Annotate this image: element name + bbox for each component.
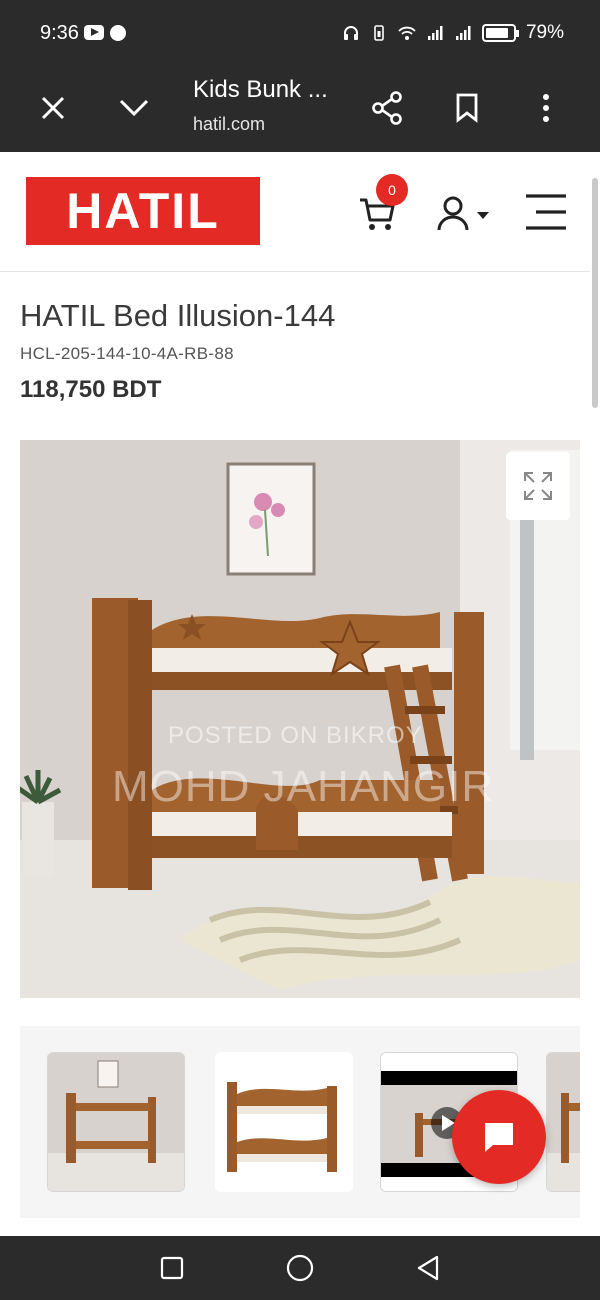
hatil-logo[interactable]: HATIL — [26, 177, 260, 245]
signal-icon — [427, 26, 443, 40]
watermark-line-2: MOHD JAHANGIR — [112, 762, 495, 811]
battery-percent: 79% — [525, 22, 564, 43]
youtube-icon — [84, 25, 104, 40]
close-tab-button[interactable] — [29, 84, 77, 132]
expand-icon — [524, 472, 552, 500]
battery-saver-icon — [374, 25, 384, 41]
recents-button[interactable] — [154, 1250, 190, 1286]
browser-toolbar: Kids Bunk ... hatil.com — [0, 66, 600, 152]
expand-image-button[interactable] — [506, 452, 570, 520]
home-button[interactable] — [282, 1250, 318, 1286]
thumbnail-bunk-bed-image — [215, 1052, 353, 1192]
close-icon — [41, 96, 65, 120]
chat-bubble-icon — [485, 1123, 513, 1152]
page-url[interactable]: hatil.com — [193, 114, 265, 135]
site-header: HATIL 0 — [0, 152, 590, 272]
bookmark-button[interactable] — [443, 84, 491, 132]
status-time: 9:36 — [40, 22, 79, 44]
bunk-bed-room-illustration — [20, 440, 580, 998]
thumbnail-room-image-partial — [547, 1053, 580, 1191]
user-icon — [437, 196, 489, 231]
page-title: Kids Bunk ... — [193, 76, 328, 103]
bookmark-icon — [456, 93, 478, 123]
more-vert-icon — [543, 94, 549, 122]
back-button[interactable] — [410, 1250, 446, 1286]
page-scrollbar[interactable] — [592, 178, 598, 408]
share-icon — [372, 91, 402, 125]
product-title: HATIL Bed Illusion-144 — [20, 298, 336, 333]
account-menu-button[interactable] — [436, 196, 492, 236]
thumbnail-room-image — [48, 1053, 184, 1191]
menu-icon — [526, 194, 566, 230]
status-bar: 9:36 79% — [0, 0, 600, 66]
wifi-icon — [398, 26, 416, 40]
chevron-down-icon — [119, 99, 149, 117]
thumbnail-1[interactable] — [47, 1052, 185, 1192]
product-sku: HCL-205-144-10-4A-RB-88 — [20, 344, 234, 363]
home-icon — [286, 1254, 314, 1282]
main-menu-button[interactable] — [522, 192, 570, 232]
share-button[interactable] — [363, 84, 411, 132]
thumbnail-2[interactable] — [215, 1052, 353, 1192]
messenger-icon — [110, 25, 126, 41]
system-nav-bar — [0, 1236, 600, 1300]
cart-count-badge: 0 — [376, 174, 408, 206]
battery-icon — [481, 24, 519, 42]
product-price: 118,750 BDT — [20, 376, 162, 403]
more-options-button[interactable] — [522, 84, 570, 132]
recents-icon — [160, 1256, 184, 1280]
chat-button[interactable] — [452, 1090, 546, 1184]
product-main-image[interactable] — [20, 440, 580, 998]
watermark-line-1: POSTED ON BIKROY — [168, 722, 423, 749]
minimize-button[interactable] — [110, 84, 158, 132]
back-icon — [417, 1255, 439, 1281]
headset-icon — [343, 26, 358, 40]
signal-icon — [455, 26, 471, 40]
thumbnail-4[interactable] — [546, 1052, 580, 1192]
